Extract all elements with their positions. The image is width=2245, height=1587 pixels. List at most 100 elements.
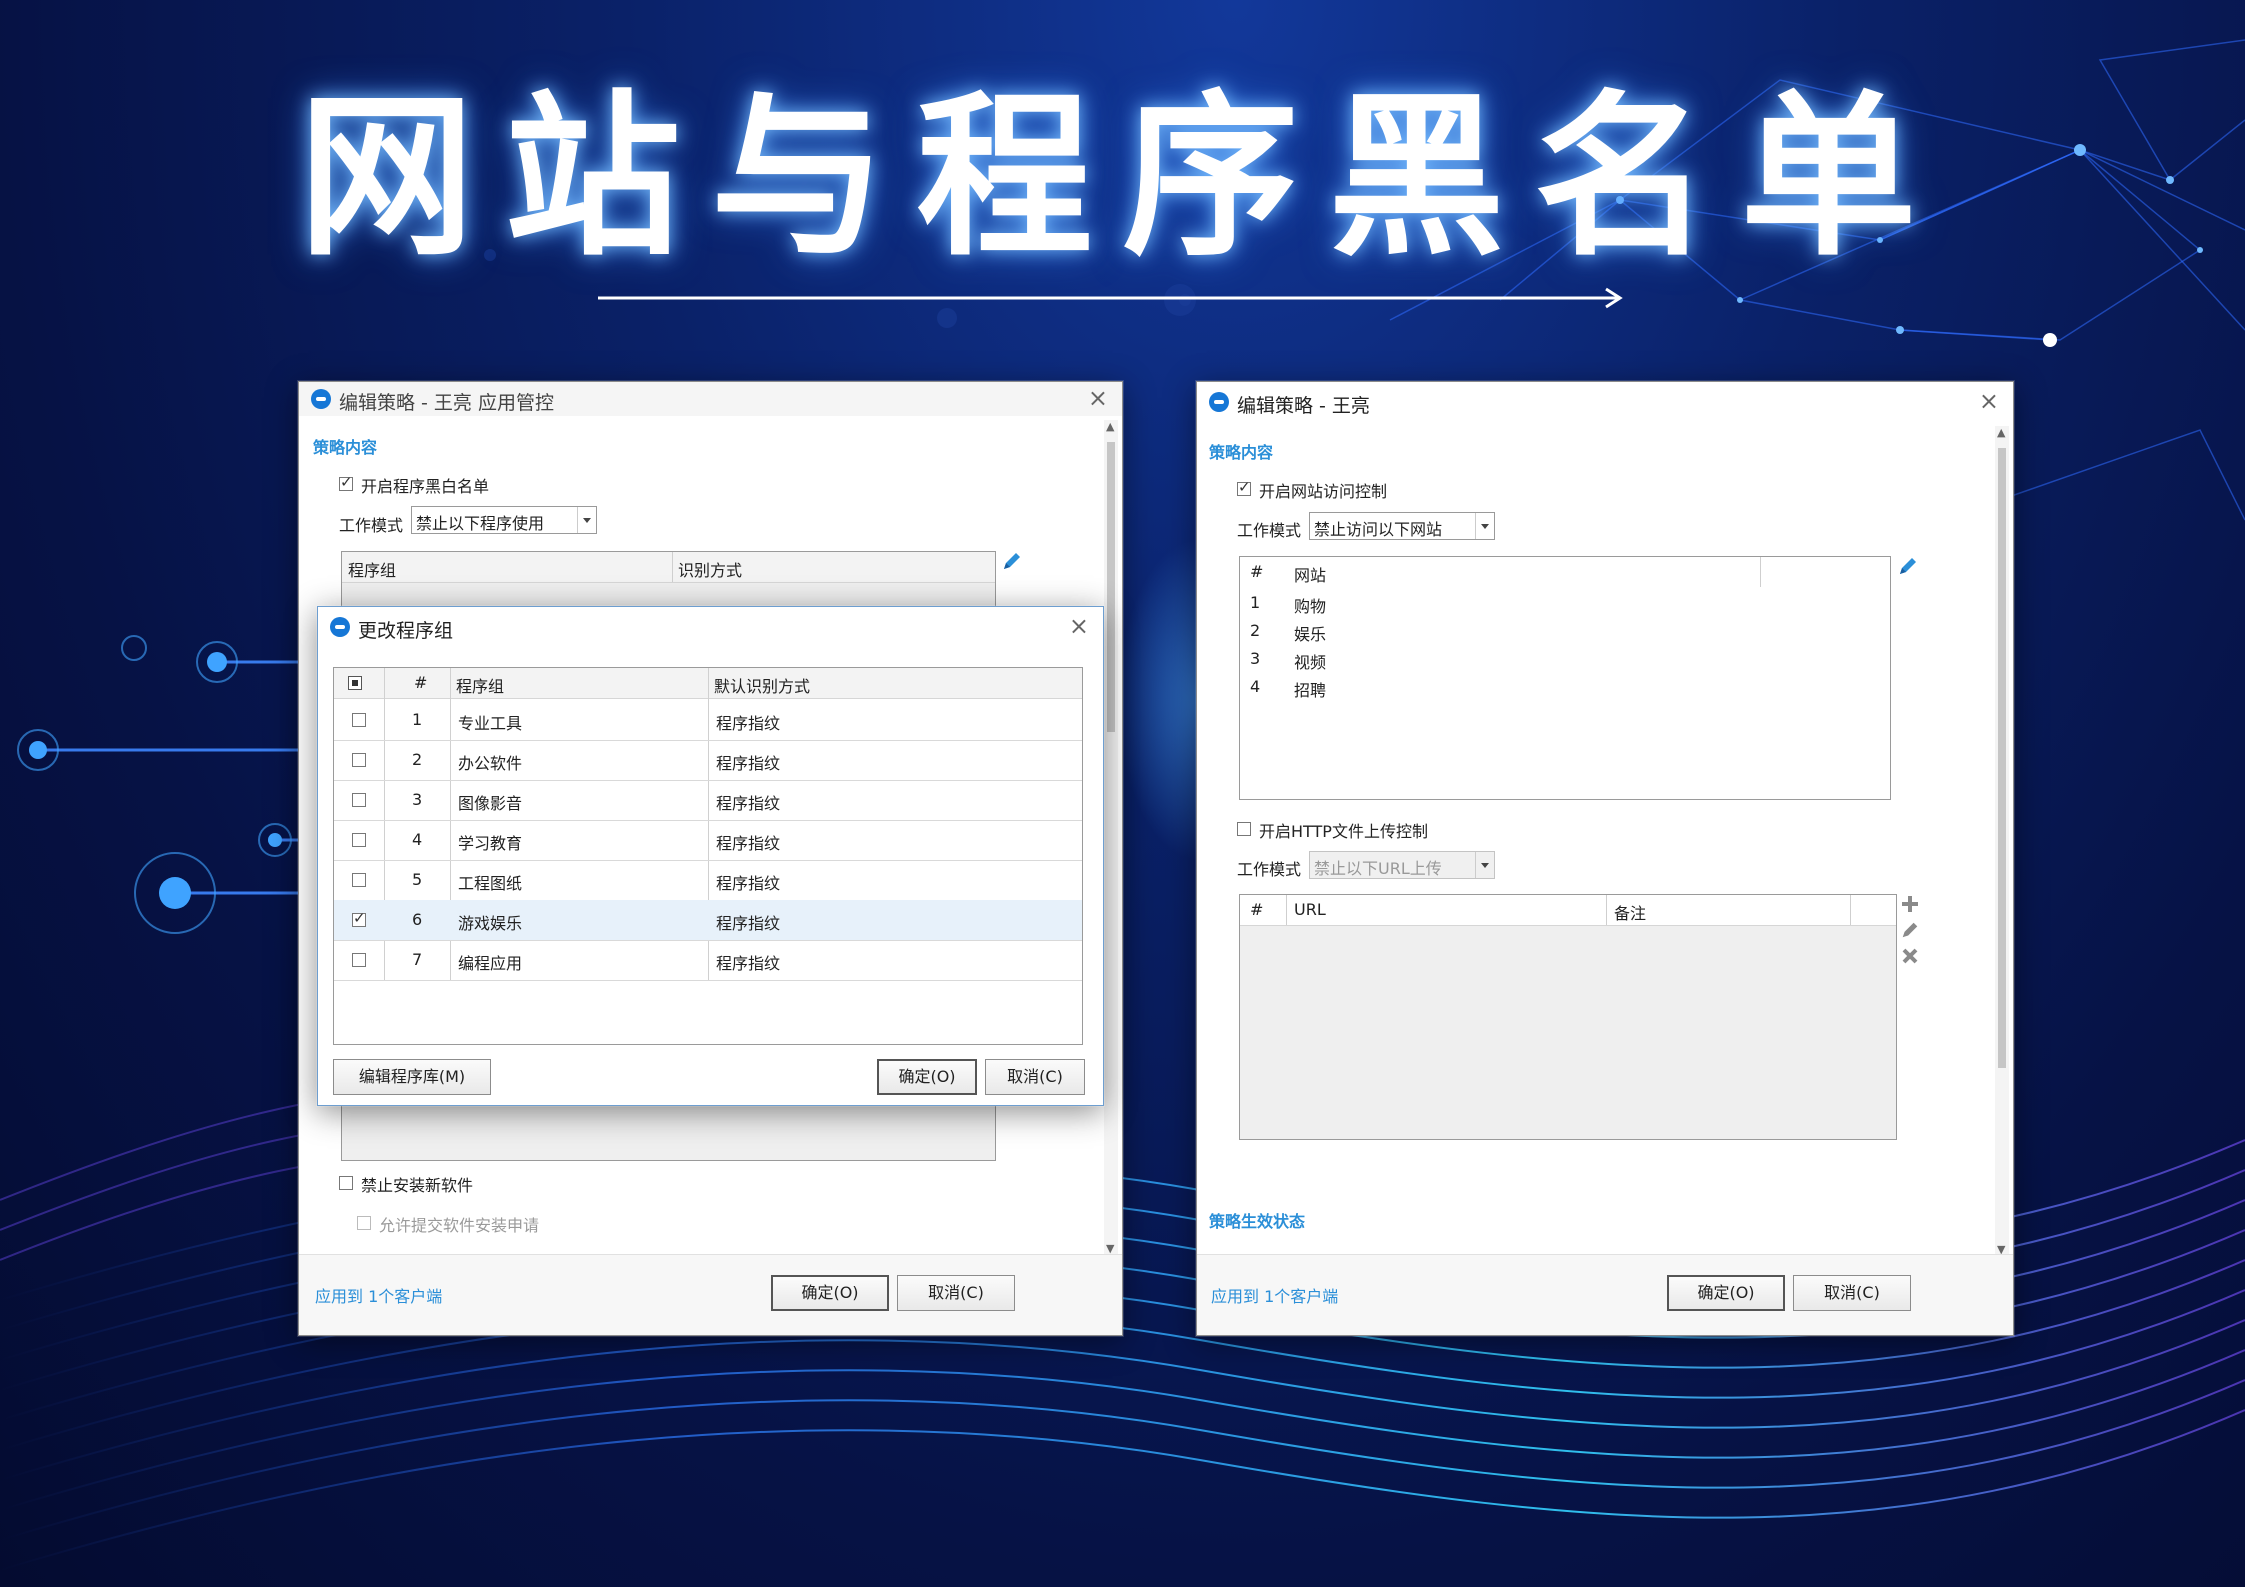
work-mode-value: 禁止以下程序使用 [416,514,545,533]
chevron-down-icon[interactable] [1475,852,1494,878]
left-apply-link[interactable]: 应用到 1个客户端 [315,1283,442,1307]
list-item[interactable]: 娱乐 [1294,621,1326,645]
enable-blacklist-checkbox[interactable] [339,473,353,491]
edit-library-button[interactable]: 编辑程序库(M) [333,1059,491,1095]
left-ok-button[interactable]: 确定(O) [771,1275,889,1311]
dialog-cancel-button[interactable]: 取消(C) [985,1059,1085,1095]
row-checkbox[interactable] [352,753,366,767]
row-group: 工程图纸 [458,874,523,893]
row-num: 1 [412,710,423,729]
headline: 网站与程序黑名单 [298,75,1947,280]
header-site-num: # [1250,562,1264,581]
enable-http-upload-label: 开启HTTP文件上传控制 [1259,822,1428,841]
row-method: 程序指纹 [716,954,781,973]
header-note: 备注 [1614,904,1647,923]
url-table-header: # URL 备注 [1240,895,1896,926]
row-checkbox[interactable] [352,953,366,967]
close-icon[interactable]: × [1088,384,1108,412]
table-row[interactable]: 2 办公软件 程序指纹 [334,740,1082,781]
scroll-up-icon[interactable]: ▲ [1997,426,2005,439]
close-icon[interactable]: × [1069,612,1089,640]
enable-http-upload-checkbox[interactable] [1237,822,1251,836]
pencil-icon[interactable] [1897,555,1919,577]
site-num: 4 [1250,677,1261,696]
right-window-title: 编辑策略 - 王亮 [1237,395,1370,417]
table-row[interactable]: 1 专业工具 程序指纹 [334,700,1082,741]
scroll-thumb[interactable] [1107,442,1115,732]
list-item[interactable]: 招聘 [1294,677,1326,701]
row-group: 图像影音 [458,794,523,813]
list-item[interactable]: 2 [1250,621,1260,640]
table-row[interactable]: 3 图像影音 程序指纹 [334,780,1082,821]
list-item[interactable]: 3 [1250,649,1260,668]
url-table: # URL 备注 [1239,894,1897,1140]
right-ok-button[interactable]: 确定(O) [1667,1275,1785,1311]
allow-request-checkbox[interactable] [357,1216,371,1230]
table-row[interactable]: 7 编程应用 程序指纹 [334,940,1082,981]
work-mode-label: 工作模式 [339,516,404,535]
upload-mode-label: 工作模式 [1237,860,1302,879]
list-item[interactable]: 4 [1250,677,1260,696]
left-cancel-button[interactable]: 取消(C) [897,1275,1015,1311]
row-group: 游戏娱乐 [458,914,523,933]
upload-mode-select[interactable]: 禁止以下URL上传 [1309,851,1495,879]
web-work-mode-select[interactable]: 禁止访问以下网站 [1309,512,1495,540]
right-cancel-button[interactable]: 取消(C) [1793,1275,1911,1311]
left-scrollbar[interactable]: ▲ ▼ [1104,420,1118,1255]
right-policy-window: 编辑策略 - 王亮 × 策略内容 开启网站访问控制 工作模式 禁止访问以下网站 … [1196,381,2014,1336]
header-program-group: 程序组 [348,561,397,580]
row-method: 程序指纹 [716,794,781,813]
left-footer: 应用到 1个客户端 确定(O) 取消(C) [299,1254,1122,1335]
header-num: # [414,673,428,692]
site-num: 3 [1250,649,1261,668]
close-icon[interactable]: × [1979,387,1999,415]
list-item[interactable]: 购物 [1294,593,1326,617]
left-window-title: 编辑策略 - 王亮 应用管控 [339,392,554,414]
row-checkbox[interactable] [352,909,366,927]
right-apply-link[interactable]: 应用到 1个客户端 [1211,1283,1338,1307]
row-checkbox[interactable] [352,873,366,887]
headline-arrow-icon [598,287,1623,309]
enable-web-control-checkbox[interactable] [1237,478,1251,496]
site-name: 招聘 [1294,681,1327,700]
header-identify-method: 识别方式 [678,561,743,580]
row-checkbox[interactable] [352,713,366,727]
header-group: 程序组 [456,677,505,696]
header-separator [1850,895,1851,925]
right-footer: 应用到 1个客户端 确定(O) 取消(C) [1197,1254,2013,1335]
row-method: 程序指纹 [716,834,781,853]
pencil-icon[interactable] [1001,550,1023,572]
app-logo-icon [330,617,350,637]
dialog-ok-button[interactable]: 确定(O) [877,1059,977,1095]
pencil-icon[interactable] [1900,920,1920,940]
left-section-title: 策略内容 [313,438,378,457]
disable-install-label: 禁止安装新软件 [361,1176,474,1195]
row-method: 程序指纹 [716,714,781,733]
plus-icon[interactable] [1900,894,1920,914]
table-row[interactable]: 5 工程图纸 程序指纹 [334,860,1082,901]
scroll-up-icon[interactable]: ▲ [1106,420,1114,433]
row-method: 程序指纹 [716,874,781,893]
chevron-down-icon[interactable] [1475,513,1494,539]
row-num: 4 [412,830,423,849]
table-row[interactable]: 6 游戏娱乐 程序指纹 [334,900,1082,941]
list-item[interactable]: 1 [1250,593,1260,612]
right-section-title: 策略内容 [1209,443,1274,462]
work-mode-select[interactable]: 禁止以下程序使用 [411,506,597,534]
select-all-checkbox[interactable] [348,676,362,690]
disable-install-checkbox[interactable] [339,1176,353,1190]
x-icon[interactable] [1900,946,1920,966]
allow-request-label: 允许提交软件安装申请 [379,1216,540,1235]
dialog-titlebar: 更改程序组 × [318,607,1103,647]
table-row[interactable]: 4 学习教育 程序指纹 [334,820,1082,861]
scroll-thumb[interactable] [1998,448,2006,1068]
row-checkbox[interactable] [352,793,366,807]
right-scrollbar[interactable]: ▲ ▼ [1995,426,2009,1256]
row-method: 程序指纹 [716,914,781,933]
row-num: 7 [412,950,423,969]
list-item[interactable]: 视频 [1294,649,1326,673]
status-section-title: 策略生效状态 [1209,1212,1306,1231]
row-checkbox[interactable] [352,833,366,847]
row-group: 学习教育 [458,834,523,853]
chevron-down-icon[interactable] [577,507,596,533]
